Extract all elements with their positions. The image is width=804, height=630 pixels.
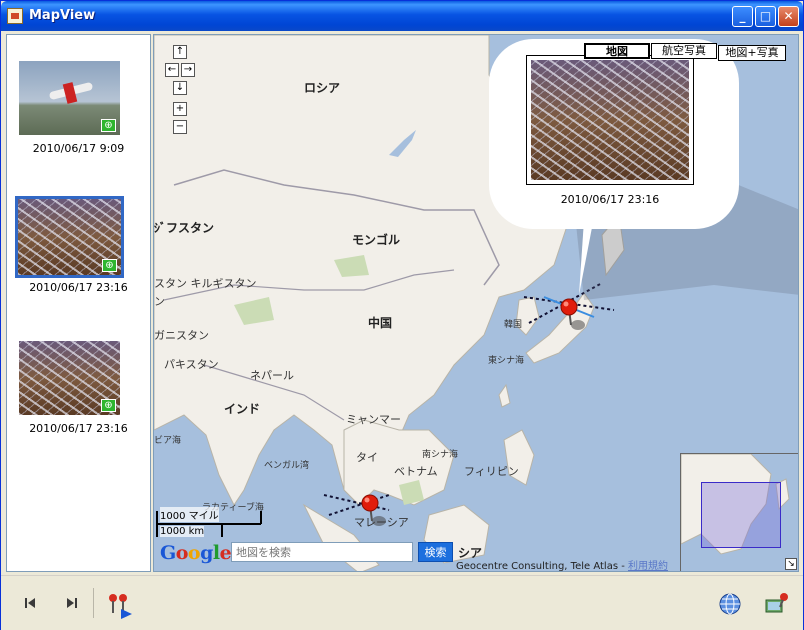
minimize-button[interactable]: _ <box>732 6 753 27</box>
map-attribution: Geocentre Consulting, Tele Atlas - 利用規約 <box>456 557 668 572</box>
map-label-myanmar: ミャンマー <box>346 413 401 426</box>
gps-tag-icon: ⊕ <box>101 119 116 132</box>
toolbar-separator <box>93 588 94 618</box>
photo-pin-icon[interactable] <box>763 591 791 615</box>
photo-list[interactable]: ⊕ 2010/06/17 9:09 ⊕ 2010/06/17 23:16 ⊕ 2… <box>6 34 151 572</box>
wire-sculpture-photo: ⊕ <box>19 341 120 415</box>
overview-viewport[interactable] <box>701 482 781 548</box>
wire-sculpture-photo: ⊕ <box>18 199 121 275</box>
globe-icon[interactable] <box>717 591 743 615</box>
scale-miles: 1000 マイル <box>160 507 219 522</box>
attribution-text: Geocentre Consulting, Tele Atlas - <box>456 561 628 572</box>
app-icon <box>7 8 23 24</box>
map-type-hybrid[interactable]: 地図+写真 <box>718 45 786 61</box>
wire-sculpture-photo <box>531 60 689 180</box>
map-label-pakistan: パキスタン <box>164 358 219 371</box>
title-bar[interactable]: MapView _ □ ✕ <box>1 1 803 31</box>
gps-tag-icon: ⊕ <box>101 399 116 412</box>
map-label-bengal-bay: ベンガル湾 <box>264 461 310 471</box>
photo-caption: 2010/06/17 9:09 <box>32 142 125 155</box>
close-button[interactable]: ✕ <box>778 6 799 27</box>
photo-thumbnail[interactable]: ⊕ <box>15 196 124 278</box>
map-marker-malaysia[interactable] <box>359 493 389 529</box>
bottom-toolbar <box>1 575 803 630</box>
map-label-arabian-sea: ビア海 <box>154 436 182 446</box>
skip-to-end-icon[interactable] <box>59 591 83 615</box>
info-window-photo[interactable] <box>526 55 694 185</box>
google-logo: Google <box>160 542 232 564</box>
skip-to-start-icon[interactable] <box>19 591 43 615</box>
terms-link[interactable]: 利用規約 <box>628 561 668 571</box>
photo-thumbnail[interactable]: ⊕ <box>16 338 123 418</box>
map-search-button[interactable]: 検索 <box>418 542 453 562</box>
map-view[interactable]: ロシア モンゴル 中国 インド ｼﾞフスタン スタン キルギスタン ン ガニスタ… <box>153 34 799 572</box>
mapview-window: MapView _ □ ✕ ⊕ 2010/06/17 9:09 ⊕ 2010/0… <box>0 0 804 630</box>
photo-item[interactable]: ⊕ 2010/06/17 23:16 <box>7 338 150 448</box>
window-title: MapView <box>29 8 96 23</box>
airplane-photo: ⊕ <box>19 61 120 135</box>
map-search-bar: Google 検索 <box>157 539 457 565</box>
map-label-south-china-sea: 南シナ海 <box>422 450 459 460</box>
photo-caption: 2010/06/17 23:16 <box>29 281 128 294</box>
photo-caption: 2010/06/17 23:16 <box>29 422 128 435</box>
map-label-thailand: タイ <box>356 451 378 464</box>
map-label-nepal: ネパール <box>250 369 294 382</box>
map-label-india: インド <box>224 402 261 416</box>
info-window-caption: 2010/06/17 23:16 <box>560 193 660 206</box>
map-label-vietnam: ベトナム <box>394 465 438 478</box>
overview-toggle-icon[interactable]: ↘ <box>785 558 797 570</box>
map-label-philippines: フィリピン <box>464 465 519 478</box>
map-type-map[interactable]: 地図 <box>584 43 650 59</box>
overview-map[interactable]: ↘ <box>680 453 798 571</box>
route-pins-icon[interactable] <box>105 591 135 619</box>
map-search-input[interactable] <box>231 542 413 562</box>
scale-km: 1000 km <box>160 526 205 537</box>
map-type-satellite[interactable]: 航空写真 <box>651 43 717 59</box>
photo-thumbnail[interactable]: ⊕ <box>16 58 123 138</box>
gps-tag-icon: ⊕ <box>102 259 117 272</box>
map-label-east-china-sea: 東シナ海 <box>488 356 525 366</box>
photo-item-selected[interactable]: ⊕ 2010/06/17 23:16 <box>7 196 150 307</box>
photo-item[interactable]: ⊕ 2010/06/17 9:09 <box>7 58 150 168</box>
maximize-button[interactable]: □ <box>755 6 776 27</box>
